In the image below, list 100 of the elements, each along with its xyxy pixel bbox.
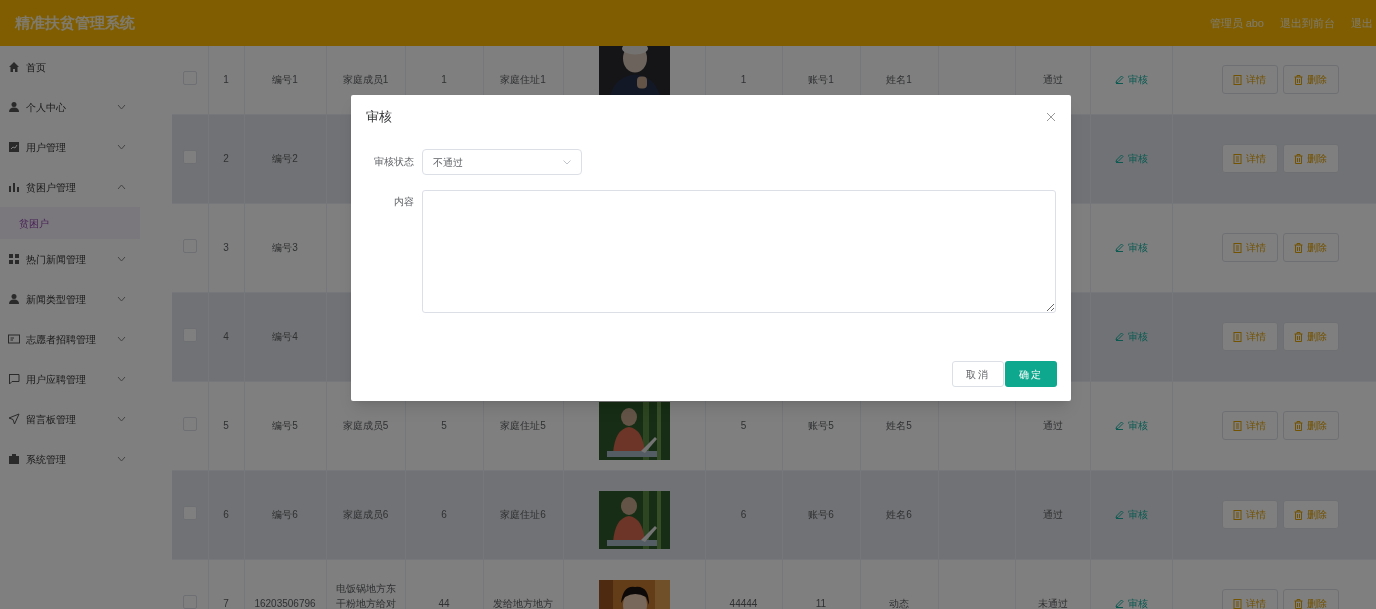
table-cell: 6: [740, 509, 747, 520]
trash-icon: [1294, 331, 1303, 342]
edit-icon: [1114, 331, 1124, 341]
header-link[interactable]: 退出: [1351, 14, 1373, 32]
send-icon: [8, 413, 20, 425]
table-cell-text: 16203506796: [254, 597, 316, 609]
table-cell-text: 1: [441, 73, 447, 88]
table-cell-text: 5: [441, 419, 447, 433]
table-cell: 姓名1: [886, 74, 912, 86]
table-cell: 姓名5: [886, 420, 912, 431]
trash-icon: [1294, 420, 1303, 431]
edit-icon: [1114, 153, 1124, 163]
delete-button[interactable]: 删除: [1282, 411, 1339, 440]
delete-button[interactable]: 删除: [1282, 65, 1339, 95]
confirm-button[interactable]: 确定: [1005, 361, 1057, 387]
cancel-button[interactable]: 取消: [952, 361, 1004, 387]
grid-icon: [8, 253, 20, 265]
table-cell-text: 3: [223, 241, 229, 255]
review-link[interactable]: 审核: [1114, 150, 1148, 166]
sidebar-item[interactable]: 新闻类型管理: [0, 279, 140, 319]
document-icon: [1233, 242, 1242, 253]
document-icon: [1233, 598, 1242, 609]
document-icon: [1233, 509, 1242, 520]
table-cell: 5: [740, 420, 747, 431]
table-cell-text: 发给地方地方: [493, 597, 553, 609]
detail-button[interactable]: 详情: [1221, 322, 1278, 351]
table-cell: 账号1: [808, 74, 834, 86]
table-cell-text: 家庭成员1: [342, 73, 389, 88]
sidebar-item[interactable]: 个人中心: [0, 87, 140, 127]
document-icon: [1233, 331, 1242, 342]
edit-icon: [1114, 598, 1124, 608]
review-link[interactable]: 审核: [1114, 328, 1148, 344]
table-cell: 通过: [1042, 74, 1063, 86]
table-cell: 11: [815, 598, 827, 609]
table-cell: 通过: [1042, 420, 1063, 431]
trash-icon: [1294, 153, 1303, 164]
review-link[interactable]: 审核: [1114, 239, 1148, 255]
dialog-title: 审核: [366, 108, 392, 127]
table-cell-text: 编号3: [272, 241, 298, 255]
trash-icon: [1294, 509, 1303, 520]
table-cell-text: 4: [223, 330, 229, 344]
table-cell-text: 编号5: [272, 419, 298, 433]
document-icon: [1233, 74, 1242, 85]
review-link[interactable]: 审核: [1114, 71, 1148, 87]
review-link[interactable]: 审核: [1114, 506, 1148, 522]
delete-button[interactable]: 删除: [1282, 589, 1339, 609]
user-label: 管理员 abo: [1209, 15, 1264, 31]
detail-button[interactable]: 详情: [1221, 65, 1278, 95]
sidebar-item[interactable]: 留言板管理: [0, 399, 140, 439]
sidebar-item[interactable]: 热门新闻管理: [0, 239, 140, 279]
sidebar-item[interactable]: 志愿者招聘管理: [0, 319, 140, 359]
sidebar-subitem[interactable]: 贫困户: [0, 207, 140, 239]
card-icon: [8, 333, 20, 345]
user-icon: [8, 293, 20, 305]
user-icon: [8, 101, 20, 113]
sidebar-item[interactable]: 用户应聘管理: [0, 359, 140, 399]
table-cell: 未通过: [1037, 598, 1068, 609]
review-link[interactable]: 审核: [1114, 417, 1148, 433]
table-cell-text: 2: [223, 152, 229, 166]
detail-button[interactable]: 详情: [1221, 233, 1278, 262]
table-cell: 44444: [729, 598, 758, 609]
close-icon[interactable]: [1047, 113, 1055, 121]
delete-button[interactable]: 删除: [1282, 322, 1339, 351]
document-icon: [1233, 153, 1242, 164]
field-label: 内容: [392, 195, 414, 209]
table-cell-text: 44: [438, 597, 450, 609]
briefcase-icon: [8, 453, 20, 465]
detail-button[interactable]: 详情: [1221, 411, 1278, 440]
table-cell-text: 电饭锅地方东干粉地方给对: [334, 582, 397, 609]
delete-button[interactable]: 删除: [1282, 233, 1339, 262]
table-cell-text: 7: [223, 597, 229, 609]
delete-button[interactable]: 删除: [1282, 500, 1339, 529]
delete-button[interactable]: 删除: [1282, 144, 1339, 173]
sidebar-item[interactable]: 用户管理: [0, 127, 140, 167]
table-cell: 账号5: [808, 420, 834, 431]
edit-icon: [1114, 74, 1124, 84]
review-link[interactable]: 审核: [1114, 595, 1148, 609]
sidebar-item[interactable]: 首页: [0, 47, 140, 87]
edit-icon: [1114, 509, 1124, 519]
trash-icon: [1294, 74, 1303, 85]
table-cell-text: 5: [223, 419, 229, 433]
sidebar-item[interactable]: 系统管理: [0, 439, 140, 479]
table-cell-text: 6: [441, 508, 447, 522]
sidebar-item[interactable]: 贫困户管理: [0, 167, 140, 207]
detail-button[interactable]: 详情: [1221, 144, 1278, 173]
table-cell-text: 编号1: [272, 73, 298, 88]
table-cell-text: 家庭成员5: [342, 419, 389, 433]
detail-button[interactable]: 详情: [1221, 589, 1278, 609]
app-title: 精准扶贫管理系统: [15, 12, 135, 33]
status-select[interactable]: 不通过: [422, 149, 582, 175]
edit-icon: [1114, 242, 1124, 252]
detail-button[interactable]: 详情: [1221, 500, 1278, 529]
chart-icon: [8, 141, 20, 153]
table-cell: 1: [740, 74, 747, 86]
edit-icon: [1114, 420, 1124, 430]
chat-icon: [8, 373, 20, 385]
home-icon: [8, 61, 20, 73]
content-textarea[interactable]: [421, 190, 1056, 313]
bar-chart-icon: [8, 181, 20, 193]
header-link[interactable]: 退出到前台: [1280, 14, 1335, 32]
